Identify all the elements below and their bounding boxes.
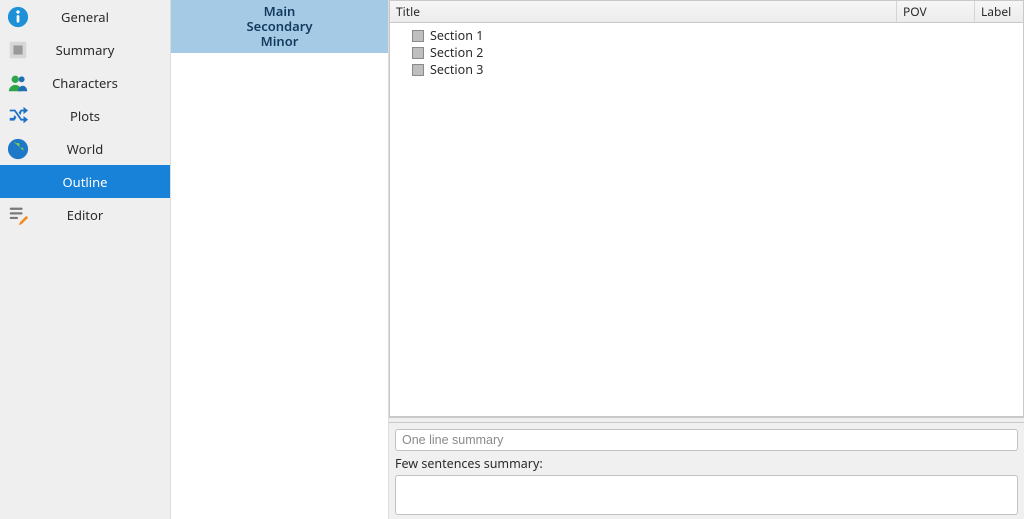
sidebar: General Summary Characters Plots World xyxy=(0,0,171,519)
category-minor[interactable]: Minor xyxy=(171,34,388,49)
sidebar-item-world[interactable]: World xyxy=(0,132,170,165)
people-icon xyxy=(0,72,36,94)
one-line-summary-input[interactable] xyxy=(395,429,1018,451)
column-title[interactable]: Title xyxy=(390,1,897,22)
sidebar-item-characters[interactable]: Characters xyxy=(0,66,170,99)
categories-panel: Main Secondary Minor xyxy=(171,0,389,519)
sidebar-item-summary[interactable]: Summary xyxy=(0,33,170,66)
category-group[interactable]: Main Secondary Minor xyxy=(171,0,388,53)
tree-row[interactable]: Section 1 xyxy=(390,27,1023,44)
tree-row-title: Section 3 xyxy=(430,61,483,78)
sidebar-item-outline[interactable]: Outline xyxy=(0,165,170,198)
tree-body[interactable]: Section 1 Section 2 Section 3 xyxy=(390,23,1023,416)
sidebar-item-label: Plots xyxy=(36,107,170,125)
tree-row[interactable]: Section 2 xyxy=(390,44,1023,61)
column-label[interactable]: Label xyxy=(975,1,1023,22)
sidebar-item-label: Summary xyxy=(36,41,170,59)
shuffle-icon xyxy=(0,105,36,127)
tree-row-title: Section 1 xyxy=(430,27,483,44)
summary-icon xyxy=(0,39,36,61)
sidebar-item-label: Characters xyxy=(36,74,170,92)
sidebar-item-label: Outline xyxy=(36,173,170,191)
tree-row[interactable]: Section 3 xyxy=(390,61,1023,78)
sidebar-item-plots[interactable]: Plots xyxy=(0,99,170,132)
sidebar-item-label: World xyxy=(36,140,170,158)
main-area: Title POV Label Section 1 Section 2 Sect… xyxy=(389,0,1024,519)
tree-row-title: Section 2 xyxy=(430,44,483,61)
outline-tree: Title POV Label Section 1 Section 2 Sect… xyxy=(389,0,1024,417)
sidebar-item-label: General xyxy=(36,8,170,26)
sidebar-item-general[interactable]: General xyxy=(0,0,170,33)
info-icon xyxy=(0,6,36,28)
document-icon xyxy=(412,30,424,42)
sidebar-item-label: Editor xyxy=(36,206,170,224)
summary-panel: Few sentences summary: xyxy=(389,423,1024,519)
tree-header: Title POV Label xyxy=(390,1,1023,23)
column-pov[interactable]: POV xyxy=(897,1,975,22)
few-sentences-summary-textarea[interactable] xyxy=(395,475,1018,515)
sidebar-item-editor[interactable]: Editor xyxy=(0,198,170,231)
globe-icon xyxy=(0,138,36,160)
editor-icon xyxy=(0,204,36,226)
document-icon xyxy=(412,47,424,59)
few-sentences-label: Few sentences summary: xyxy=(395,455,1018,472)
document-icon xyxy=(412,64,424,76)
